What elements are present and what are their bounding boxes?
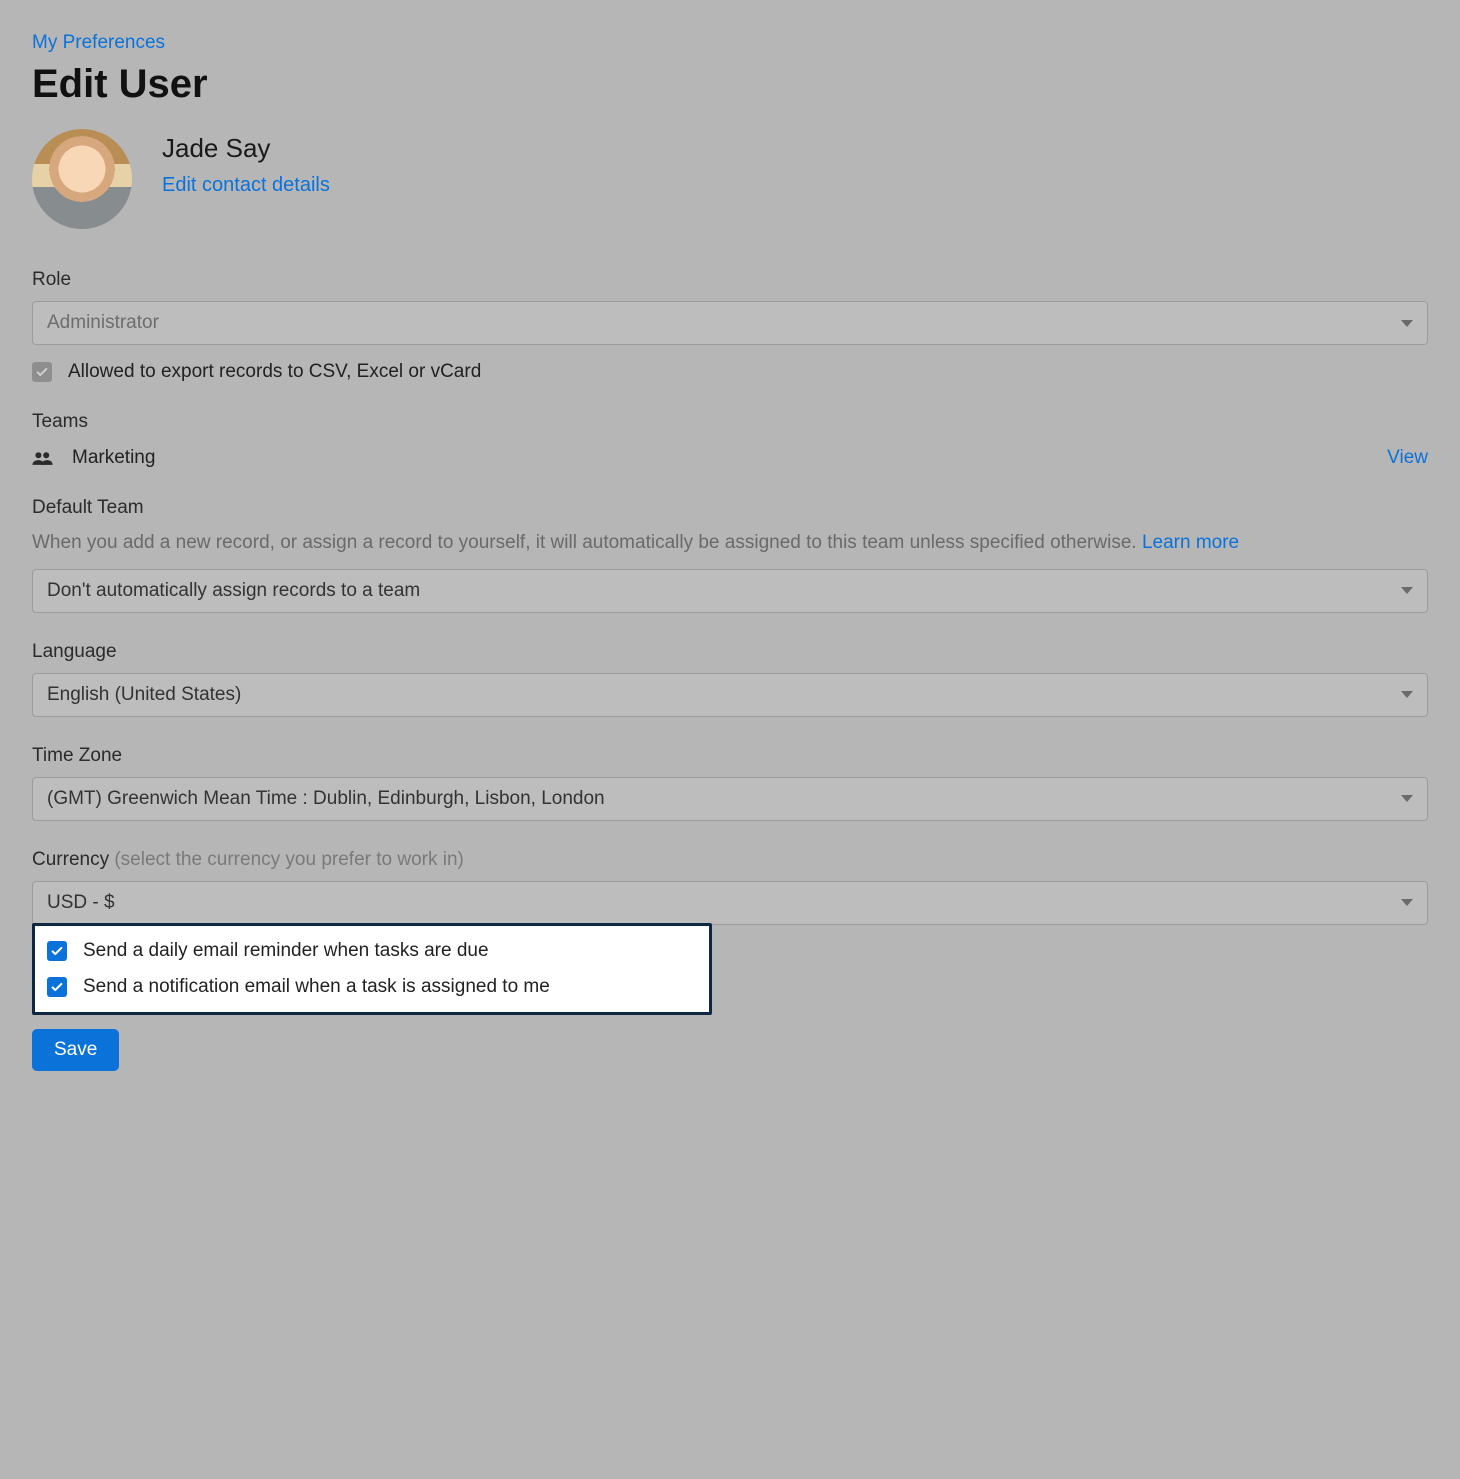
teams-label: Teams <box>32 411 1428 433</box>
daily-reminder-checkbox[interactable] <box>47 941 67 961</box>
notification-settings-highlight: Send a daily email reminder when tasks a… <box>32 923 712 1015</box>
language-select-value: English (United States) <box>47 684 241 706</box>
role-label: Role <box>32 269 1428 291</box>
export-checkbox-label: Allowed to export records to CSV, Excel … <box>68 361 481 383</box>
export-checkbox <box>32 362 52 382</box>
role-select[interactable]: Administrator <box>32 301 1428 345</box>
timezone-label: Time Zone <box>32 745 1428 767</box>
timezone-select[interactable]: (GMT) Greenwich Mean Time : Dublin, Edin… <box>32 777 1428 821</box>
chevron-down-icon <box>1401 899 1413 906</box>
page-title: Edit User <box>32 62 1428 107</box>
assigned-notify-checkbox[interactable] <box>47 977 67 997</box>
default-team-select[interactable]: Don't automatically assign records to a … <box>32 569 1428 613</box>
edit-contact-link[interactable]: Edit contact details <box>162 174 330 197</box>
learn-more-link[interactable]: Learn more <box>1142 532 1239 553</box>
language-label: Language <box>32 641 1428 663</box>
chevron-down-icon <box>1401 691 1413 698</box>
chevron-down-icon <box>1401 587 1413 594</box>
chevron-down-icon <box>1401 320 1413 327</box>
currency-select-value: USD - $ <box>47 892 115 914</box>
daily-reminder-label: Send a daily email reminder when tasks a… <box>83 940 489 962</box>
currency-hint: (select the currency you prefer to work … <box>114 849 464 870</box>
team-view-link[interactable]: View <box>1387 447 1428 469</box>
default-team-description: When you add a new record, or assign a r… <box>32 529 1428 557</box>
default-team-label: Default Team <box>32 497 1428 519</box>
breadcrumb-link[interactable]: My Preferences <box>32 32 1428 54</box>
user-name: Jade Say <box>162 133 330 164</box>
save-button[interactable]: Save <box>32 1029 119 1071</box>
team-name: Marketing <box>72 447 155 469</box>
language-select[interactable]: English (United States) <box>32 673 1428 717</box>
assigned-notify-label: Send a notification email when a task is… <box>83 976 550 998</box>
avatar <box>32 129 132 229</box>
currency-select[interactable]: USD - $ <box>32 881 1428 925</box>
chevron-down-icon <box>1401 795 1413 802</box>
role-select-value: Administrator <box>47 312 159 334</box>
currency-label: Currency (select the currency you prefer… <box>32 849 1428 871</box>
default-team-select-value: Don't automatically assign records to a … <box>47 580 420 602</box>
people-icon <box>32 450 54 466</box>
timezone-select-value: (GMT) Greenwich Mean Time : Dublin, Edin… <box>47 788 605 810</box>
